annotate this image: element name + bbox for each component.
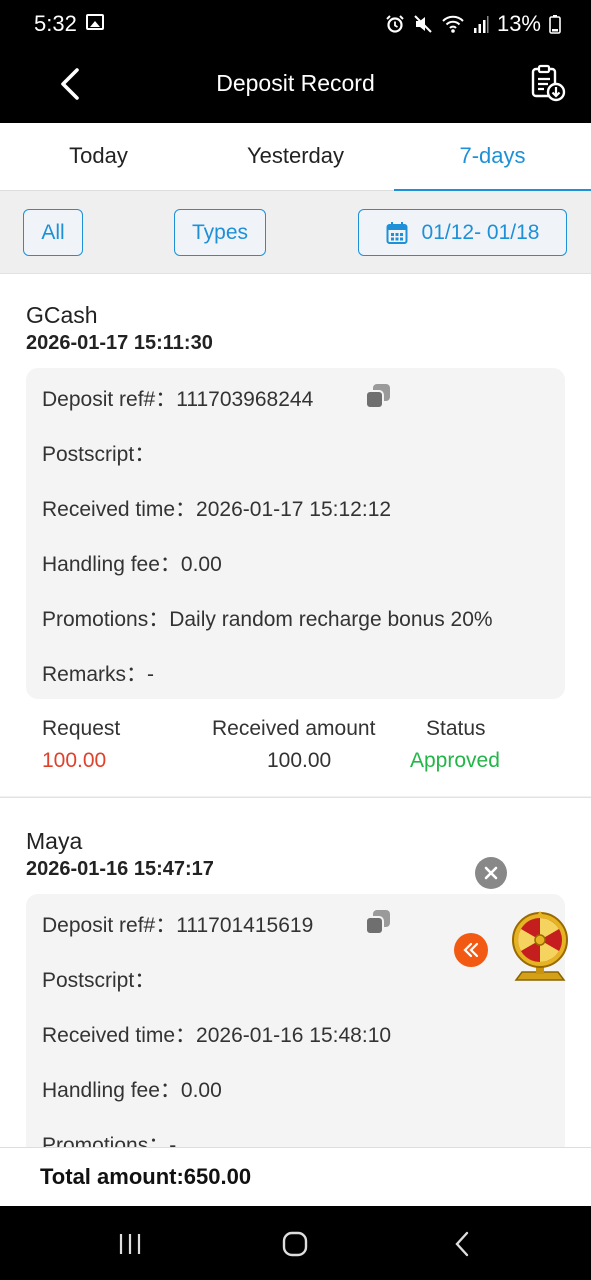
record-datetime: 2026-01-17 15:11:30	[26, 332, 213, 354]
status-label: Status	[426, 717, 486, 740]
close-icon	[484, 866, 498, 880]
status-bar: 5:32 13%	[0, 0, 591, 46]
signal-icon	[473, 16, 489, 33]
copy-icon[interactable]	[363, 907, 393, 937]
status-icons: 13%	[385, 11, 561, 37]
close-promo-button[interactable]	[475, 857, 507, 889]
copy-icon[interactable]	[363, 381, 393, 411]
promotions: Promotions：-	[42, 1134, 177, 1147]
received-time: Received time：2026-01-17 15:12:12	[42, 498, 392, 521]
total-bar: Total amount:650.00	[0, 1147, 591, 1206]
postscript: Postscript：	[42, 443, 156, 466]
tab-today[interactable]: Today	[0, 123, 197, 191]
filter-bar: All Types 01/12- 01/18	[0, 191, 591, 273]
recent-apps-icon	[119, 1234, 141, 1254]
date-range-button[interactable]: 01/12- 01/18	[358, 209, 567, 256]
deposit-ref: Deposit ref#：111701415619	[42, 914, 314, 937]
handling-fee: Handling fee：0.00	[42, 553, 222, 576]
status-badge: Approved	[410, 749, 500, 772]
handling-fee: Handling fee：0.00	[42, 1079, 222, 1102]
download-record-button[interactable]	[527, 62, 569, 104]
received-time: Received time：2026-01-16 15:48:10	[42, 1024, 392, 1047]
battery-percent: 13%	[496, 11, 541, 36]
tab-7-days[interactable]: 7-days	[394, 123, 591, 192]
page-title: Deposit Record	[216, 70, 375, 96]
tab-yesterday[interactable]: Yesterday	[197, 123, 394, 191]
prize-wheel-icon	[512, 911, 568, 981]
deposit-ref: Deposit ref#：111703968244	[42, 388, 314, 411]
wifi-icon	[442, 15, 464, 33]
image-notification-icon	[86, 14, 104, 30]
home-icon	[282, 1231, 308, 1257]
record-datetime: 2026-01-16 15:47:17	[26, 858, 214, 880]
payment-method: GCash	[26, 302, 98, 328]
record-details: Deposit ref#：111701415619 Postscript： Re…	[26, 894, 565, 1147]
clipboard-download-icon	[531, 64, 566, 102]
collapse-promo-button[interactable]	[454, 933, 488, 967]
home-button[interactable]	[273, 1226, 317, 1262]
payment-method: Maya	[26, 828, 83, 854]
mute-icon	[414, 15, 432, 33]
postscript: Postscript：	[42, 969, 156, 992]
status-time: 5:32	[34, 11, 77, 36]
double-chevron-left-icon	[463, 942, 479, 958]
deposit-record-card: Maya 2026-01-16 15:47:17 Deposit ref#：11…	[0, 797, 591, 1147]
all-filter-button[interactable]: All	[23, 209, 83, 256]
recent-apps-button[interactable]	[108, 1226, 152, 1262]
deposit-record-list: GCash 2026-01-17 15:11:30 Deposit ref#：1…	[0, 273, 591, 1147]
calendar-icon	[386, 221, 408, 244]
prize-wheel-button[interactable]	[508, 910, 572, 986]
types-filter-button[interactable]: Types	[174, 209, 266, 256]
received-amount-label: Received amount	[212, 717, 376, 740]
total-amount: Total amount:650.00	[40, 1164, 252, 1189]
back-icon	[455, 1231, 469, 1257]
remarks: Remarks：-	[42, 663, 155, 686]
received-amount: 100.00	[267, 749, 332, 772]
system-nav-bar	[0, 1206, 591, 1280]
request-amount: 100.00	[42, 749, 107, 772]
system-back-button[interactable]	[440, 1226, 484, 1262]
date-tabs: Today Yesterday 7-days	[0, 123, 591, 192]
alarm-icon	[386, 15, 404, 33]
battery-icon	[549, 15, 561, 34]
date-range-label: 01/12- 01/18	[421, 220, 540, 244]
deposit-record-card: GCash 2026-01-17 15:11:30 Deposit ref#：1…	[0, 273, 591, 796]
promotions: Promotions：Daily random recharge bonus 2…	[42, 608, 493, 631]
app-header: Deposit Record	[0, 46, 591, 123]
record-details: Deposit ref#：111703968244 Postscript： Re…	[26, 368, 565, 699]
request-label: Request	[42, 717, 121, 740]
